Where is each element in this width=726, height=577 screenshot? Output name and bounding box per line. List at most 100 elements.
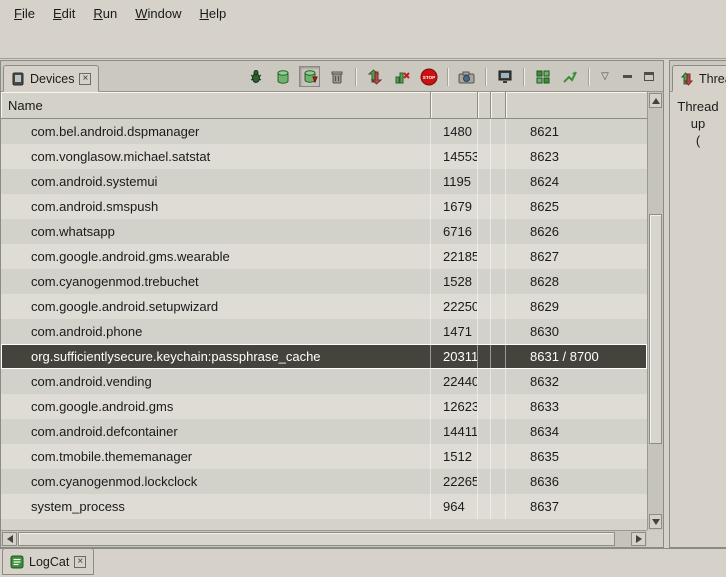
process-blank2 <box>491 219 506 244</box>
process-table: Name com.bel.android.dspmanager14808621c… <box>1 92 663 547</box>
tab-threads[interactable]: Threads <box>672 65 726 92</box>
cause-gc-icon[interactable] <box>326 66 347 87</box>
threads-message-line2: ( <box>670 132 726 149</box>
process-blank1 <box>478 494 491 519</box>
table-row[interactable]: com.cyanogenmod.trebuchet15288628 <box>1 269 647 294</box>
process-name: com.bel.android.dspmanager <box>1 119 431 144</box>
table-row[interactable]: com.android.phone14718630 <box>1 319 647 344</box>
toolbar-separator <box>523 68 524 86</box>
process-pid: 22185 <box>431 244 478 269</box>
process-port: 8629 <box>506 294 647 319</box>
table-row[interactable]: system_process9648637 <box>1 494 647 519</box>
menu-edit[interactable]: Edit <box>44 2 84 25</box>
capture-ui-xml-icon[interactable] <box>532 66 553 87</box>
process-name: com.android.smspush <box>1 194 431 219</box>
stop-process-icon[interactable]: STOP <box>418 66 439 87</box>
process-name: com.tmobile.thememanager <box>1 444 431 469</box>
table-row[interactable]: com.android.smspush16798625 <box>1 194 647 219</box>
debug-process-icon[interactable] <box>245 66 266 87</box>
column-header-blank1[interactable] <box>478 92 491 118</box>
process-blank2 <box>491 169 506 194</box>
tab-logcat[interactable]: LogCat × <box>2 548 94 575</box>
process-name: system_process <box>1 494 431 519</box>
column-header-name[interactable]: Name <box>1 92 431 118</box>
table-row[interactable]: com.android.defcontainer144118634 <box>1 419 647 444</box>
vertical-scroll-thumb[interactable] <box>649 214 662 444</box>
table-row[interactable]: com.android.vending224408632 <box>1 369 647 394</box>
process-blank1 <box>478 294 491 319</box>
process-blank1 <box>478 269 491 294</box>
process-blank2 <box>491 294 506 319</box>
opengl-trace-icon[interactable] <box>559 66 580 87</box>
menu-run[interactable]: Run <box>84 2 126 25</box>
process-blank1 <box>478 319 491 344</box>
process-blank1 <box>478 469 491 494</box>
table-row[interactable]: org.sufficientlysecure.keychain:passphra… <box>1 344 647 369</box>
update-heap-icon[interactable] <box>272 66 293 87</box>
process-blank2 <box>491 494 506 519</box>
update-threads-icon[interactable] <box>364 66 385 87</box>
table-row[interactable]: com.google.android.gms.wearable221858627 <box>1 244 647 269</box>
close-icon[interactable]: × <box>79 73 91 85</box>
scroll-down-button[interactable] <box>649 514 662 529</box>
scroll-left-button[interactable] <box>2 532 17 546</box>
process-port: 8636 <box>506 469 647 494</box>
process-blank2 <box>491 144 506 169</box>
process-blank2 <box>491 344 506 369</box>
logcat-bar: LogCat × <box>0 548 726 577</box>
view-menu-icon[interactable]: ▽ <box>597 69 613 85</box>
column-header-pid[interactable] <box>431 92 478 118</box>
table-row[interactable]: com.google.android.setupwizard22250 8629 <box>1 294 647 319</box>
dump-view-hierarchy-icon[interactable] <box>494 66 515 87</box>
minimize-icon[interactable] <box>619 69 635 85</box>
process-pid: 22265 <box>431 469 478 494</box>
process-name: com.google.android.setupwizard <box>1 294 431 319</box>
column-header-blank2[interactable] <box>491 92 506 118</box>
main-toolbar <box>0 26 726 59</box>
horizontal-scrollbar[interactable] <box>1 530 647 547</box>
close-icon[interactable]: × <box>74 556 86 568</box>
process-name: com.cyanogenmod.trebuchet <box>1 269 431 294</box>
process-blank2 <box>491 319 506 344</box>
maximize-icon[interactable] <box>641 69 657 85</box>
process-pid: 964 <box>431 494 478 519</box>
menu-file[interactable]: File <box>5 2 44 25</box>
screen-capture-icon[interactable] <box>456 66 477 87</box>
table-row[interactable]: com.google.android.gms126238633 <box>1 394 647 419</box>
table-row[interactable]: com.android.systemui11958624 <box>1 169 647 194</box>
table-row[interactable]: com.bel.android.dspmanager14808621 <box>1 119 647 144</box>
tab-threads-label: Threads <box>699 72 726 86</box>
column-header-port[interactable] <box>506 92 647 118</box>
scroll-right-button[interactable] <box>631 532 646 546</box>
stop-icon-label: STOP <box>422 75 434 80</box>
tab-logcat-label: LogCat <box>29 555 69 569</box>
process-pid: 12623 <box>431 394 478 419</box>
tab-devices-label: Devices <box>30 72 74 86</box>
table-row[interactable]: com.tmobile.thememanager15128635 <box>1 444 647 469</box>
process-pid: 22250 <box>431 294 478 319</box>
process-name: com.android.systemui <box>1 169 431 194</box>
tab-devices[interactable]: Devices × <box>3 65 99 92</box>
process-port: 8631 / 8700 <box>506 344 647 369</box>
dump-hprof-icon[interactable] <box>299 66 320 87</box>
menu-help[interactable]: Help <box>190 2 235 25</box>
vertical-scrollbar[interactable] <box>647 92 663 530</box>
process-table-body: com.bel.android.dspmanager14808621com.vo… <box>1 119 647 530</box>
process-port: 8634 <box>506 419 647 444</box>
menu-window[interactable]: Window <box>126 2 190 25</box>
table-row[interactable]: com.cyanogenmod.lockclock222658636 <box>1 469 647 494</box>
process-port: 8628 <box>506 269 647 294</box>
scroll-up-button[interactable] <box>649 93 662 108</box>
process-blank1 <box>478 169 491 194</box>
horizontal-scroll-thumb[interactable] <box>18 532 615 546</box>
stop-method-profiling-icon[interactable] <box>391 66 412 87</box>
process-name: com.google.android.gms.wearable <box>1 244 431 269</box>
table-row[interactable]: com.whatsapp67168626 <box>1 219 647 244</box>
process-port: 8633 <box>506 394 647 419</box>
process-port: 8626 <box>506 219 647 244</box>
process-blank2 <box>491 394 506 419</box>
table-row[interactable]: com.vonglasow.michael.satstat145538623 <box>1 144 647 169</box>
main-area: Devices × <box>0 60 726 548</box>
process-port: 8630 <box>506 319 647 344</box>
process-port: 8624 <box>506 169 647 194</box>
